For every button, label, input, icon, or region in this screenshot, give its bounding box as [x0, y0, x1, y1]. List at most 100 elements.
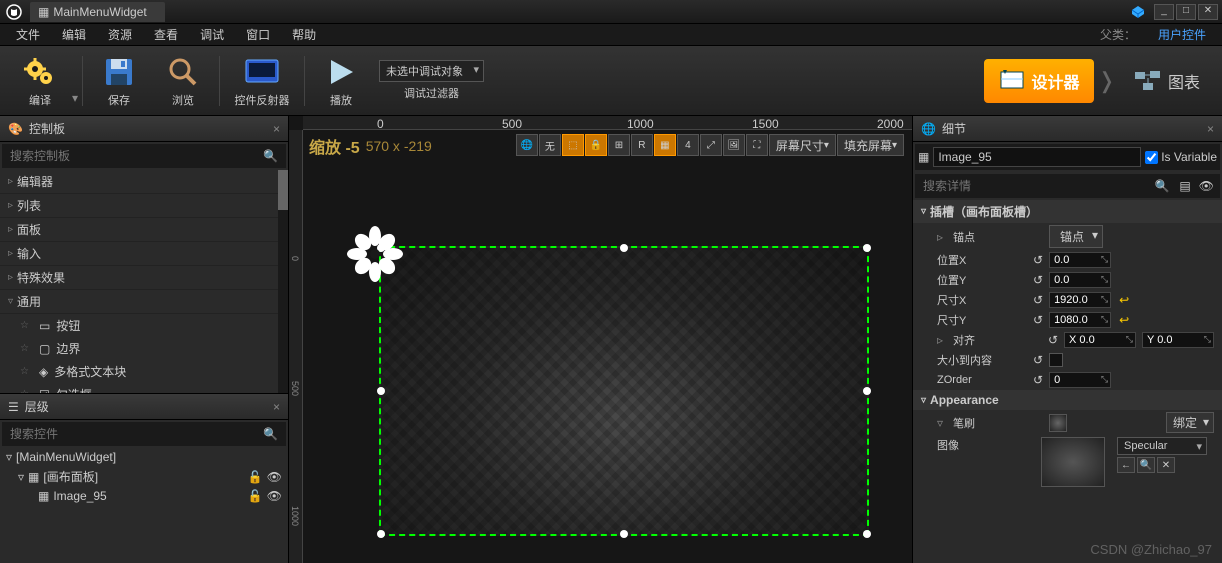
eye-icon[interactable]: 👁: [267, 470, 282, 484]
object-name-input[interactable]: [933, 147, 1141, 167]
expand-icon[interactable]: ▹: [937, 230, 943, 244]
image-icon[interactable]: 🖼: [723, 134, 745, 156]
palette-category[interactable]: 列表: [0, 194, 288, 218]
image-asset-combo[interactable]: Specular: [1117, 437, 1207, 455]
resize-handle[interactable]: [377, 387, 385, 395]
anchor-picker[interactable]: 锚点: [1049, 225, 1103, 248]
compile-button[interactable]: 编译: [8, 50, 72, 112]
palette-category[interactable]: 面板: [0, 218, 288, 242]
appearance-section-header[interactable]: Appearance: [913, 390, 1222, 410]
save-button[interactable]: 保存: [87, 50, 151, 112]
grid-button[interactable]: ⊞: [608, 134, 630, 156]
is-variable-checkbox[interactable]: Is Variable: [1145, 150, 1217, 164]
palette-scrollbar[interactable]: [278, 170, 288, 393]
palette-item[interactable]: ▢边界: [0, 337, 288, 360]
revert-icon[interactable]: ↺: [1033, 373, 1043, 387]
hierarchy-search-input[interactable]: [4, 424, 257, 444]
resize-handle[interactable]: [620, 244, 628, 252]
revert-icon[interactable]: ↺: [1048, 333, 1058, 347]
zorder-input[interactable]: 0: [1049, 372, 1111, 388]
revert-icon[interactable]: ↺: [1033, 313, 1043, 327]
eye-icon[interactable]: 👁: [267, 489, 282, 503]
hierarchy-root[interactable]: ▿ [MainMenuWidget]: [0, 448, 288, 466]
palette-item[interactable]: ◈多格式文本块: [0, 360, 288, 383]
property-matrix-icon[interactable]: ▤: [1175, 179, 1194, 193]
revert-icon[interactable]: ↺: [1033, 353, 1043, 367]
resize-handle[interactable]: [620, 530, 628, 538]
screen-size-combo[interactable]: 屏幕尺寸 ▾: [769, 134, 836, 156]
close-button[interactable]: ✕: [1198, 4, 1218, 20]
fit-icon[interactable]: ⛶: [746, 134, 768, 156]
source-control-icon[interactable]: [1130, 4, 1146, 20]
dropdown-icon[interactable]: ▾: [72, 91, 78, 105]
snap-value[interactable]: 4: [677, 134, 699, 156]
designer-viewport[interactable]: 0 500 1000 1500 2000 0 500 1000 缩放 -5 57…: [289, 116, 912, 563]
expand-icon[interactable]: ▹: [937, 333, 943, 347]
eye-icon[interactable]: 👁: [1195, 179, 1218, 193]
designer-mode-button[interactable]: 设计器: [984, 59, 1094, 103]
palette-category[interactable]: 编辑器: [0, 170, 288, 194]
posx-input[interactable]: 0.0: [1049, 252, 1111, 268]
align-x-input[interactable]: X 0.0: [1064, 332, 1136, 348]
sizex-input[interactable]: 1920.0: [1049, 292, 1111, 308]
selected-widget-canvas[interactable]: [379, 246, 869, 536]
panel-close-icon[interactable]: ×: [1207, 122, 1214, 136]
lang-icon[interactable]: 🌐: [516, 134, 538, 156]
revert-icon[interactable]: ↺: [1033, 273, 1043, 287]
resize-handle[interactable]: [377, 530, 385, 538]
reset-icon[interactable]: ↩: [1119, 293, 1129, 307]
hierarchy-item-selected[interactable]: ▦ Image_95 🔓👁: [0, 487, 288, 505]
none-button[interactable]: 无: [539, 134, 561, 156]
play-button[interactable]: 播放: [309, 50, 373, 112]
resize-handle[interactable]: [863, 387, 871, 395]
menu-file[interactable]: 文件: [6, 24, 50, 45]
expand-icon[interactable]: ▿: [937, 416, 943, 430]
details-search-input[interactable]: [917, 176, 1148, 196]
revert-icon[interactable]: ↺: [1033, 293, 1043, 307]
debug-object-combo[interactable]: 未选中调试对象: [379, 60, 484, 82]
r-button[interactable]: R: [631, 134, 653, 156]
hierarchy-item[interactable]: ▿ ▦ [画布面板] 🔓👁: [0, 466, 288, 487]
palette-category[interactable]: 输入: [0, 242, 288, 266]
dashed-outline-button[interactable]: ⬚: [562, 134, 584, 156]
menu-asset[interactable]: 资源: [98, 24, 142, 45]
palette-category[interactable]: 特殊效果: [0, 266, 288, 290]
menu-edit[interactable]: 编辑: [52, 24, 96, 45]
graph-mode-button[interactable]: 图表: [1120, 59, 1214, 103]
fill-screen-combo[interactable]: 填充屏幕 ▾: [837, 134, 904, 156]
lock-icon[interactable]: 🔓: [248, 489, 263, 503]
panel-close-icon[interactable]: ×: [273, 400, 280, 414]
slot-section-header[interactable]: 插槽（画布面板槽）: [913, 200, 1222, 223]
palette-search-input[interactable]: [4, 146, 257, 166]
browse-asset-icon[interactable]: 🔍: [1137, 457, 1155, 473]
anchor-widget-icon[interactable]: [347, 226, 403, 282]
size-to-content-checkbox[interactable]: [1049, 353, 1063, 367]
maximize-button[interactable]: □: [1176, 4, 1196, 20]
lock-button[interactable]: 🔒: [585, 134, 607, 156]
arrows-icon[interactable]: ⤢: [700, 134, 722, 156]
menu-window[interactable]: 窗口: [236, 24, 280, 45]
posy-input[interactable]: 0.0: [1049, 272, 1111, 288]
reset-icon[interactable]: ↩: [1119, 313, 1129, 327]
image-thumbnail[interactable]: [1041, 437, 1105, 487]
layout-grid-button[interactable]: ▦: [654, 134, 676, 156]
lock-icon[interactable]: 🔓: [248, 470, 263, 484]
browse-button[interactable]: 浏览: [151, 50, 215, 112]
parent-class-link[interactable]: 用户控件: [1148, 24, 1216, 45]
resize-handle[interactable]: [863, 530, 871, 538]
palette-category-open[interactable]: 通用: [0, 290, 288, 314]
use-selected-icon[interactable]: ←: [1117, 457, 1135, 473]
palette-item[interactable]: ▭按钮: [0, 314, 288, 337]
panel-close-icon[interactable]: ×: [273, 122, 280, 136]
bind-combo[interactable]: 绑定: [1166, 412, 1214, 433]
revert-icon[interactable]: ↺: [1033, 253, 1043, 267]
palette-item[interactable]: ☑勾选框: [0, 383, 288, 393]
minimize-button[interactable]: _: [1154, 4, 1174, 20]
menu-help[interactable]: 帮助: [282, 24, 326, 45]
reflector-button[interactable]: 控件反射器: [224, 50, 300, 112]
asset-tab[interactable]: ▦ MainMenuWidget: [30, 2, 165, 22]
align-y-input[interactable]: Y 0.0: [1142, 332, 1214, 348]
brush-swatch[interactable]: [1049, 414, 1067, 432]
sizey-input[interactable]: 1080.0: [1049, 312, 1111, 328]
menu-debug[interactable]: 调试: [190, 24, 234, 45]
